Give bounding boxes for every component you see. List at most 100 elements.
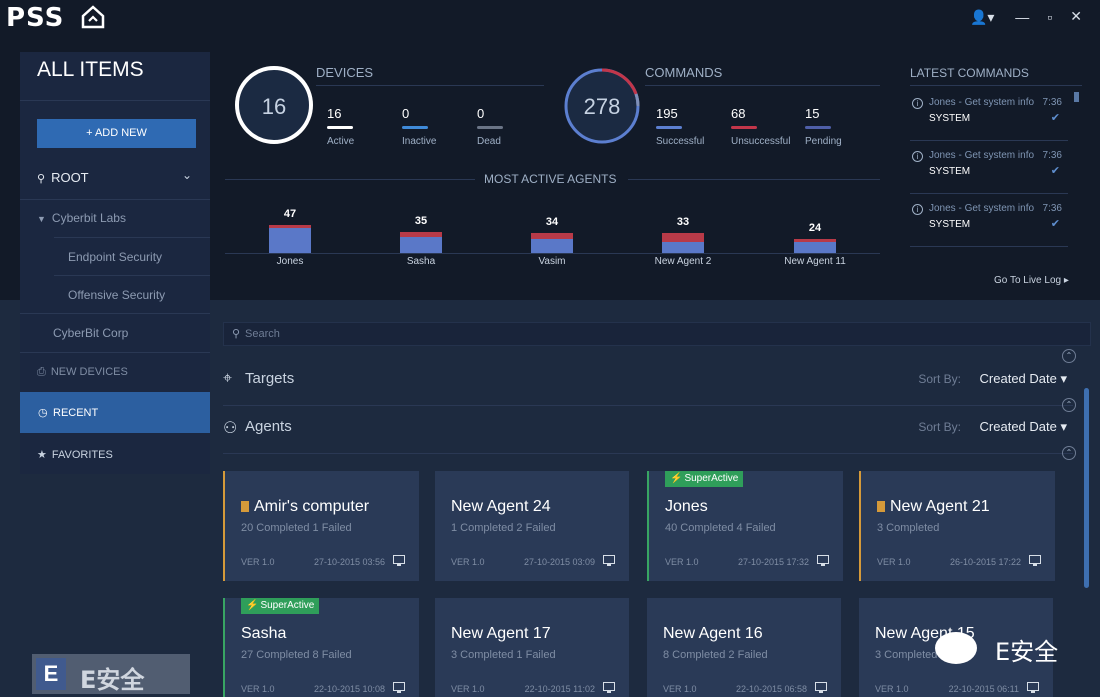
agent-card[interactable]: ⚡ SuperActive Jones 40 Completed 4 Failed VE…	[647, 471, 843, 581]
card-stats: 3 Completed	[875, 649, 938, 661]
sidebar-divider	[20, 352, 210, 353]
agent-card[interactable]: New Agent 24 1 Completed 2 Failed VER 1.0 2…	[435, 471, 629, 581]
card-title-text: New Agent 24	[451, 498, 551, 515]
go-to-live-log-link[interactable]: Go To Live Log ▸	[994, 275, 1069, 286]
sidebar-divider	[20, 199, 210, 200]
card-title: New Agent 21	[877, 498, 990, 516]
agent-card[interactable]: Amir's computer 20 Completed 1 Failed VER …	[223, 471, 419, 581]
card-date: 26-10-2015 17:22	[949, 557, 1021, 567]
dead-count: 0	[477, 106, 485, 121]
title-bar: PSS 👤▾ — ▫ ✕	[0, 0, 1100, 38]
bookmark-icon	[241, 501, 249, 512]
unsuccessful-bar	[731, 126, 757, 129]
info-icon: i	[912, 98, 923, 109]
latest-commands-separator	[910, 246, 1068, 247]
computer-icon	[815, 682, 827, 693]
devices-divider	[316, 85, 544, 86]
card-title: New Agent 17	[451, 625, 551, 643]
latest-command-item[interactable]: i Jones - Get system info 7:36 SYSTEM ✔	[912, 150, 1070, 198]
latest-commands-separator	[910, 193, 1068, 194]
app-logo: PSS	[6, 3, 65, 33]
home-icon[interactable]	[80, 4, 106, 30]
computer-icon	[1027, 682, 1039, 693]
recent-label: RECENT	[53, 407, 99, 419]
watermark-right: E安全	[935, 628, 1075, 668]
inactive-label: Inactive	[402, 136, 437, 147]
card-version: VER 1.0	[877, 557, 911, 567]
tree-icon: ⚲	[37, 173, 46, 185]
card-date: 27-10-2015 17:32	[737, 557, 809, 567]
card-date: 27-10-2015 03:09	[523, 557, 595, 567]
sidebar-item-offensive-security[interactable]: Offensive Security	[68, 288, 165, 302]
agent-card[interactable]: New Agent 17 3 Completed 1 Failed VER 1.0 2…	[435, 598, 629, 697]
bar	[531, 232, 573, 253]
agents-section-header[interactable]: ⚇ Agents Sort By: Created Date ▾	[223, 408, 1073, 448]
card-version: VER 1.0	[665, 557, 699, 567]
sidebar-item-favorites[interactable]: ★ FAVORITES	[37, 448, 113, 461]
card-version: VER 1.0	[663, 684, 697, 694]
section-divider	[223, 453, 1073, 454]
bar-success-segment	[269, 227, 311, 253]
latest-command-item[interactable]: i Jones - Get system info 7:36 SYSTEM ✔	[912, 97, 1070, 145]
sidebar-item-new-devices[interactable]: ⎙ NEW DEVICES	[37, 366, 128, 379]
card-stats: 8 Completed 2 Failed	[663, 649, 768, 661]
close-icon[interactable]: ✕	[1070, 8, 1082, 25]
agent-card[interactable]: New Agent 16 8 Completed 2 Failed VER 1.0 2…	[647, 598, 841, 697]
sidebar-item-endpoint-security[interactable]: Endpoint Security	[68, 250, 162, 264]
agents-sort-dropdown[interactable]: Created Date ▾	[980, 419, 1067, 435]
latest-commands-scrollbar[interactable]	[1074, 92, 1079, 102]
latest-command-item[interactable]: i Jones - Get system info 7:36 SYSTEM ✔	[912, 203, 1070, 251]
chart-title-rule-right	[628, 179, 880, 180]
targets-sort-dropdown[interactable]: Created Date ▾	[980, 371, 1067, 387]
bar-value-label: 35	[414, 215, 428, 228]
card-stats: 40 Completed 4 Failed	[665, 522, 776, 534]
chevron-down-icon[interactable]: ⌄	[182, 168, 192, 182]
restore-icon[interactable]: ▫	[1047, 9, 1052, 25]
sidebar-item-root[interactable]: ⚲ ROOT ⌄	[37, 168, 192, 185]
search-input[interactable]: ⚲ Search	[223, 322, 1091, 346]
main-scrollbar[interactable]	[1084, 388, 1089, 588]
inactive-count: 0	[402, 106, 410, 121]
bar	[794, 238, 836, 253]
card-title: Amir's computer	[241, 498, 369, 516]
collapse-icon[interactable]: ⌃	[1062, 446, 1076, 460]
agent-card[interactable]: ⚡ SuperActive Sasha 27 Completed 8 Failed VE…	[223, 598, 419, 697]
add-new-button[interactable]: + ADD NEW	[37, 119, 196, 148]
dead-label: Dead	[477, 136, 501, 147]
minimize-icon[interactable]: —	[1015, 9, 1029, 25]
bar	[269, 225, 311, 253]
sidebar-title: ALL ITEMS	[37, 58, 144, 81]
bar-category-label: Jones	[276, 256, 304, 267]
agents-sort-label: Sort By:	[918, 420, 961, 434]
computer-icon	[393, 555, 405, 566]
computer-icon	[393, 682, 405, 693]
card-version: VER 1.0	[875, 684, 909, 694]
unsuccessful-count: 68	[731, 106, 746, 121]
command-time: 7:36	[1042, 150, 1062, 161]
targets-section-header[interactable]: ⌖ Targets Sort By: Created Date ▾	[223, 360, 1073, 400]
sidebar-divider	[54, 237, 210, 238]
card-date: 27-10-2015 03:56	[313, 557, 385, 567]
clock-icon: ◷	[38, 407, 48, 419]
computer-icon	[603, 555, 615, 566]
latest-commands-separator	[910, 140, 1068, 141]
command-status: SYSTEM	[929, 113, 971, 124]
sidebar-item-cyberbit-corp[interactable]: CyberBit Corp	[53, 326, 128, 340]
agent-card[interactable]: New Agent 21 3 Completed VER 1.0 26-10-2015…	[859, 471, 1055, 581]
superactive-badge: ⚡ SuperActive	[241, 598, 320, 614]
card-title: New Agent 16	[663, 625, 763, 643]
star-icon: ★	[37, 449, 47, 461]
check-icon: ✔	[1050, 165, 1060, 177]
root-label: ROOT	[51, 170, 89, 185]
new-device-icon: ⎙	[37, 366, 46, 378]
badge-label: SuperActive	[260, 600, 315, 611]
user-menu-icon[interactable]: 👤▾	[970, 9, 994, 26]
caret-down-icon: ▼	[37, 214, 46, 224]
sidebar-item-recent[interactable]: ◷ RECENT	[20, 392, 210, 433]
card-title: New Agent 24	[451, 498, 551, 516]
sidebar-item-cyberbit-labs[interactable]: ▼ Cyberbit Labs	[37, 211, 126, 225]
badge-label: SuperActive	[684, 473, 739, 484]
card-date: 22-10-2015 10:08	[313, 684, 385, 694]
card-version: VER 1.0	[241, 684, 275, 694]
command-status: SYSTEM	[929, 219, 971, 230]
